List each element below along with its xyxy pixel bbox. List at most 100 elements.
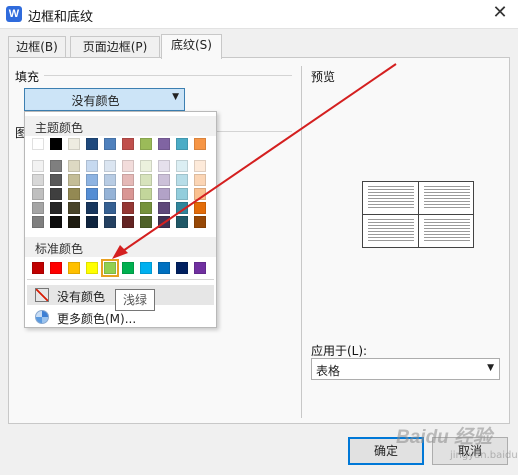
fill-group-divider xyxy=(44,75,292,76)
standard-colors-title: 标准颜色 xyxy=(35,242,84,256)
preview-cell-text xyxy=(424,186,470,210)
theme-color-swatch[interactable] xyxy=(176,202,188,214)
theme-color-swatch[interactable] xyxy=(32,202,44,214)
popup-divider xyxy=(27,279,214,280)
theme-color-swatch[interactable] xyxy=(32,138,44,150)
theme-color-swatch[interactable] xyxy=(86,160,98,172)
theme-color-swatch[interactable] xyxy=(104,160,116,172)
theme-color-swatch[interactable] xyxy=(50,138,62,150)
theme-color-swatch[interactable] xyxy=(68,138,80,150)
theme-color-swatch[interactable] xyxy=(122,138,134,150)
theme-color-swatch[interactable] xyxy=(140,202,152,214)
preview-horizontal-rule xyxy=(363,214,473,215)
theme-color-swatch[interactable] xyxy=(176,216,188,228)
theme-color-swatch[interactable] xyxy=(50,188,62,200)
theme-color-swatch[interactable] xyxy=(50,202,62,214)
standard-color-swatch[interactable] xyxy=(86,262,98,274)
theme-color-swatch[interactable] xyxy=(50,174,62,186)
theme-color-swatch[interactable] xyxy=(32,216,44,228)
theme-color-swatch[interactable] xyxy=(140,160,152,172)
theme-color-swatch[interactable] xyxy=(122,174,134,186)
theme-color-swatch[interactable] xyxy=(122,216,134,228)
theme-color-swatch[interactable] xyxy=(122,188,134,200)
preview-cell-text xyxy=(368,219,414,243)
dropdown-arrow-icon: ▼ xyxy=(172,92,179,102)
theme-color-swatch[interactable] xyxy=(194,202,206,214)
standard-color-swatch[interactable] xyxy=(68,262,80,274)
fill-color-dropdown[interactable]: 没有颜色 ▼ xyxy=(24,88,185,111)
theme-color-swatch[interactable] xyxy=(68,160,80,172)
theme-color-swatch[interactable] xyxy=(104,202,116,214)
theme-color-swatch[interactable] xyxy=(158,202,170,214)
apply-to-label: 应用于(L): xyxy=(311,344,368,358)
section-separator xyxy=(301,66,302,418)
no-color-icon xyxy=(35,288,49,302)
theme-colors-header: 主题颜色 xyxy=(25,116,216,136)
theme-color-swatch[interactable] xyxy=(176,188,188,200)
theme-color-swatch[interactable] xyxy=(68,174,80,186)
theme-color-swatch[interactable] xyxy=(176,160,188,172)
theme-color-swatch[interactable] xyxy=(50,160,62,172)
tab-borders[interactable]: 边框(B) xyxy=(8,36,66,58)
apply-to-value: 表格 xyxy=(316,364,341,378)
standard-color-swatch[interactable] xyxy=(50,262,62,274)
theme-color-swatch[interactable] xyxy=(140,188,152,200)
color-tooltip: 浅绿 xyxy=(115,289,155,311)
theme-color-swatch[interactable] xyxy=(68,202,80,214)
theme-color-swatch[interactable] xyxy=(158,138,170,150)
wps-app-icon: W xyxy=(6,6,22,22)
theme-color-swatch[interactable] xyxy=(68,216,80,228)
theme-color-swatch[interactable] xyxy=(194,174,206,186)
theme-color-swatch[interactable] xyxy=(104,174,116,186)
standard-colors-header: 标准颜色 xyxy=(25,237,216,257)
standard-color-swatch[interactable] xyxy=(158,262,170,274)
tab-shading[interactable]: 底纹(S) xyxy=(161,34,222,59)
pattern-group-divider xyxy=(217,131,292,132)
theme-color-swatch[interactable] xyxy=(104,188,116,200)
theme-color-swatch[interactable] xyxy=(194,188,206,200)
apply-to-select[interactable]: 表格 ▼ xyxy=(311,358,500,380)
watermark-logo-text: Baidu 经验 xyxy=(396,427,493,448)
theme-color-swatch[interactable] xyxy=(32,188,44,200)
window-title: 边框和底纹 xyxy=(28,10,94,25)
theme-color-swatch[interactable] xyxy=(104,216,116,228)
more-colors-label: 更多颜色(M)... xyxy=(57,312,137,326)
theme-color-swatch[interactable] xyxy=(50,216,62,228)
theme-color-swatch[interactable] xyxy=(68,188,80,200)
theme-color-swatch[interactable] xyxy=(32,174,44,186)
theme-color-swatch[interactable] xyxy=(86,216,98,228)
theme-color-swatch[interactable] xyxy=(86,188,98,200)
standard-color-swatch[interactable] xyxy=(101,259,119,277)
preview-label: 预览 xyxy=(311,70,336,84)
theme-color-swatch[interactable] xyxy=(176,138,188,150)
theme-color-swatch[interactable] xyxy=(194,138,206,150)
theme-color-swatch[interactable] xyxy=(158,174,170,186)
theme-color-swatch[interactable] xyxy=(194,160,206,172)
tab-page-borders[interactable]: 页面边框(P) xyxy=(70,36,160,58)
theme-color-swatch[interactable] xyxy=(104,138,116,150)
standard-color-swatch[interactable] xyxy=(194,262,206,274)
standard-color-swatch[interactable] xyxy=(122,262,134,274)
theme-color-swatch[interactable] xyxy=(158,160,170,172)
theme-color-swatch[interactable] xyxy=(32,160,44,172)
close-icon[interactable]: ✕ xyxy=(490,3,510,23)
theme-color-swatch[interactable] xyxy=(140,138,152,150)
theme-color-swatch[interactable] xyxy=(86,138,98,150)
theme-color-swatch[interactable] xyxy=(140,216,152,228)
standard-color-swatch[interactable] xyxy=(140,262,152,274)
theme-color-swatch[interactable] xyxy=(176,174,188,186)
theme-color-swatch[interactable] xyxy=(122,202,134,214)
theme-color-swatch[interactable] xyxy=(158,216,170,228)
theme-color-swatch[interactable] xyxy=(86,174,98,186)
baidu-watermark: Baidu 经验 jingyan.baidu.com xyxy=(392,420,518,472)
standard-color-swatch[interactable] xyxy=(176,262,188,274)
standard-color-swatch[interactable] xyxy=(32,262,44,274)
fill-color-value: 没有颜色 xyxy=(71,94,120,108)
color-wheel-icon xyxy=(35,310,49,324)
preview-cell-text xyxy=(368,186,414,210)
theme-color-swatch[interactable] xyxy=(122,160,134,172)
theme-color-swatch[interactable] xyxy=(158,188,170,200)
theme-color-swatch[interactable] xyxy=(86,202,98,214)
theme-color-swatch[interactable] xyxy=(194,216,206,228)
theme-color-swatch[interactable] xyxy=(140,174,152,186)
